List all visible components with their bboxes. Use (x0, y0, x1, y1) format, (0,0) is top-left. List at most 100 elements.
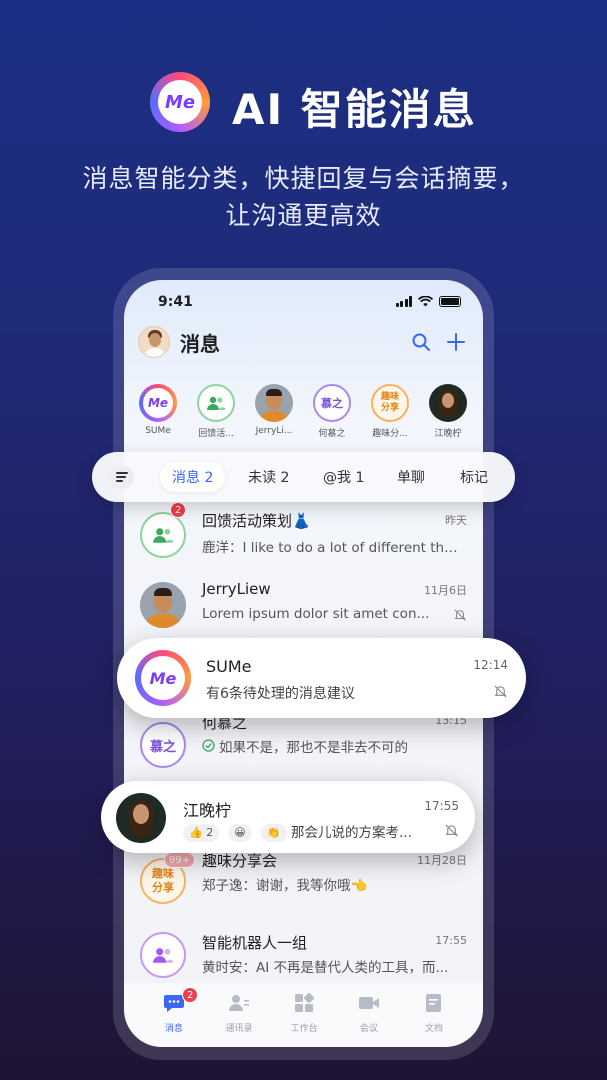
grid-icon (295, 992, 315, 1012)
list-item[interactable]: 趣味分享 99+ 趣味分享会 11月28日 郑子逸：谢谢，我等你哦👈 (124, 852, 483, 922)
story-jerryliew[interactable]: JerryLi... (251, 384, 297, 436)
reaction-chip[interactable]: 😀 (228, 824, 252, 842)
status-bar: 9:41 (124, 294, 483, 314)
tab-label: 会议 (359, 1024, 378, 1034)
filter-bar: 消息 2 未读 2 @我 1 单聊 标记 (92, 452, 515, 502)
unread-badge: 2 (170, 502, 187, 518)
story-label: 趣味分... (372, 429, 408, 439)
tab-messages[interactable]: 2 消息 (144, 987, 204, 1034)
me-logo: Me (150, 72, 210, 132)
subtitle-line-1: 消息智能分类，快捷回复与会话摘要， (82, 164, 525, 193)
conversation-preview: 黄时安：AI 不再是替代人类的工具，而... (202, 960, 449, 976)
avatar: 慕之 (140, 722, 186, 768)
status-time: 9:41 (158, 294, 193, 310)
tab-contacts[interactable]: 通讯录 (209, 993, 269, 1034)
avatar (116, 793, 166, 843)
story-label: SUMe (145, 426, 171, 436)
filter-tab-unread[interactable]: 未读 2 (248, 467, 289, 487)
logo-text: Me (158, 80, 202, 124)
mute-bell-icon (454, 609, 466, 621)
story-feedback-group[interactable]: 回馈活... (193, 384, 239, 439)
story-strip: Me SUMe 回馈活... JerryLi... 慕之 何慕之 趣味分享 趣味… (124, 384, 483, 442)
conversation-title: JerryLiew (202, 580, 271, 598)
avatar: Me (135, 650, 191, 706)
story-avatar-text: 趣味分享 (371, 384, 409, 422)
tab-label: 文档 (424, 1024, 443, 1034)
search-icon[interactable] (409, 330, 433, 354)
conversation-preview: 鹿洋：I like to do a lot of different thi..… (202, 540, 458, 556)
story-jiang-wanning[interactable]: 江晚柠 (425, 384, 471, 439)
story-label: 回馈活... (198, 429, 234, 439)
add-icon[interactable] (444, 330, 468, 354)
story-label: JerryLi... (255, 426, 293, 436)
mute-bell-icon (494, 685, 507, 698)
conversation-title: 江晚柠 (183, 801, 232, 820)
group-icon (207, 396, 225, 410)
filter-icon[interactable] (110, 465, 134, 489)
conversation-time: 17:55 (435, 934, 467, 947)
list-item[interactable]: 2 回馈活动策划👗 昨天 鹿洋：I like to do a lot of di… (124, 502, 483, 572)
avatar[interactable] (138, 326, 170, 358)
battery-icon (439, 296, 461, 307)
video-camera-icon (359, 997, 379, 1009)
story-fun-share[interactable]: 趣味分享 趣味分... (367, 384, 413, 439)
conversation-title: SUMe (206, 657, 252, 676)
header: 消息 (124, 326, 483, 360)
tab-docs[interactable]: 文档 (404, 993, 464, 1034)
avatar (140, 512, 186, 558)
tab-label: 工作台 (290, 1024, 318, 1034)
reaction-chip[interactable]: 👏 (260, 824, 287, 842)
story-he-muzhi[interactable]: 慕之 何慕之 (309, 384, 355, 439)
tab-label: 通讯录 (225, 1024, 253, 1034)
story-sume[interactable]: Me SUMe (135, 384, 181, 436)
group-icon (153, 528, 173, 543)
reaction-list: 👍 2 😀 👏 (183, 821, 291, 842)
tab-bar: 2 消息 通讯录 工作台 会议 文档 (124, 983, 483, 1047)
conversation-time: 11月6日 (424, 584, 467, 597)
avatar (140, 932, 186, 978)
conversation-time: 11月28日 (417, 854, 467, 867)
list-item[interactable]: 智能机器人一组 17:55 黄时安：AI 不再是替代人类的工具，而... (124, 922, 483, 992)
conversation-time: 12:14 (473, 658, 508, 672)
conversation-title: 回馈活动策划👗 (202, 512, 311, 530)
conversation-preview: Lorem ipsum dolor sit amet con... (202, 606, 430, 622)
group-icon (153, 948, 173, 963)
highlight-card-jiang-wanning[interactable]: 江晚柠 17:55 👍 2 😀 👏 那会儿说的方案考... (101, 781, 475, 853)
page-title: 消息 (180, 332, 220, 356)
reaction-chip[interactable]: 👍 2 (183, 824, 220, 842)
highlight-card-sume[interactable]: Me SUMe 12:14 有6条待处理的消息建议 (117, 638, 526, 718)
check-circle-icon (202, 739, 215, 752)
story-label: 江晚柠 (434, 429, 462, 439)
conversation-time: 17:55 (424, 799, 459, 813)
story-label: 何慕之 (318, 429, 346, 439)
wifi-icon (418, 296, 433, 307)
avatar (140, 582, 186, 628)
conversation-title: 智能机器人一组 (202, 934, 308, 952)
tab-meetings[interactable]: 会议 (339, 993, 399, 1034)
contacts-icon (229, 995, 249, 1011)
tab-label: 消息 (164, 1024, 183, 1034)
filter-tab-marked[interactable]: 标记 (460, 467, 488, 487)
story-avatar-text: Me (143, 388, 173, 418)
document-icon (426, 994, 441, 1012)
hero: Me AI 智能消息 (0, 68, 607, 138)
filter-tab-messages[interactable]: 消息 2 (160, 462, 226, 492)
signal-icon (395, 296, 412, 307)
conversation-preview: 有6条待处理的消息建议 (206, 686, 355, 702)
hero-title: AI 智能消息 (232, 85, 477, 134)
tab-badge: 2 (182, 987, 199, 1003)
list-item[interactable]: JerryLiew 11月6日 Lorem ipsum dolor sit am… (124, 572, 483, 642)
filter-tab-mentions[interactable]: @我 1 (323, 467, 364, 487)
unread-badge: 99+ (164, 852, 196, 868)
filter-tab-direct[interactable]: 单聊 (397, 467, 425, 487)
subtitle-line-2: 让沟通更高效 (225, 201, 382, 230)
hero-subtitle: 消息智能分类，快捷回复与会话摘要， 让沟通更高效 (0, 160, 607, 234)
list-item[interactable]: 慕之 何慕之 13:15 如果不是，那也不是非去不可的 (124, 712, 483, 782)
mute-bell-icon (445, 824, 458, 837)
conversation-preview: 郑子逸：谢谢，我等你哦👈 (202, 878, 368, 894)
story-avatar-text: 慕之 (313, 384, 351, 422)
tab-workbench[interactable]: 工作台 (274, 992, 334, 1034)
conversation-time: 昨天 (445, 514, 467, 527)
conversation-preview: 那会儿说的方案考... (291, 825, 412, 841)
conversation-title: 趣味分享会 (202, 852, 278, 870)
